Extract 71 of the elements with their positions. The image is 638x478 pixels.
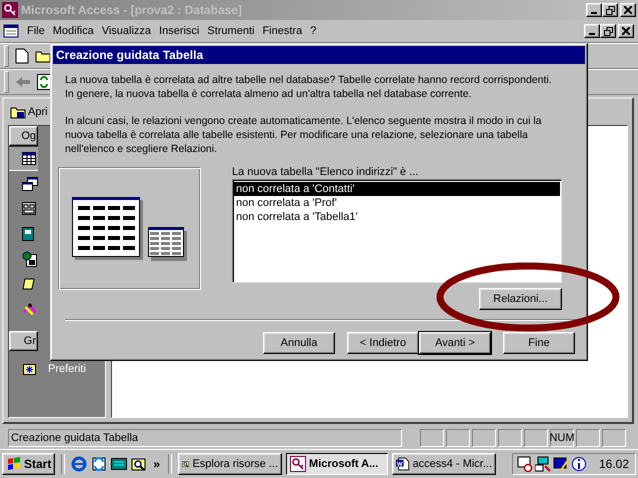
close-button[interactable] (620, 3, 636, 17)
status-pane (446, 429, 470, 447)
wizard-button[interactable]: Fine (503, 332, 575, 354)
menu-item[interactable]: Modifica (50, 25, 97, 37)
instruction-text: La nuova tabella è correlata ad altre tabelle nel database? Tabelle correlate hanno record corrispondenti. In genere, la nuova tabella è correlata almeno ad un'altra tabella nel database corrente. (65, 73, 553, 101)
star-folder-icon (23, 364, 36, 374)
windows-flag-icon (6, 457, 22, 471)
list-item[interactable]: non correlata a 'Prof' (234, 196, 560, 210)
book-icon (22, 226, 34, 240)
menu-item[interactable]: ? (307, 25, 320, 37)
status-pane (472, 429, 496, 447)
menu-item[interactable]: Inserisci (156, 25, 202, 37)
menu-item[interactable]: File (24, 25, 48, 37)
menu-item[interactable]: Strumenti (204, 25, 258, 37)
status-pane (602, 429, 626, 447)
document-icon (396, 456, 410, 472)
minimize-button[interactable] (586, 3, 602, 17)
instruction-text: In alcuni casi, le relazioni vengono create automaticamente. L'elenco seguente mostra il modo in cui la nuova tabella è correlata alle tabelle esistenti. Per modificare una relazione, selezionare una tabella nell'elenco e scegliere Relazioni. (65, 114, 543, 156)
status-message: Creazione guidata Tabella (8, 429, 402, 447)
table-icon (22, 152, 36, 165)
restore-icon (606, 6, 614, 14)
favorites-item[interactable]: Preferiti (9, 351, 105, 417)
magnifier-folder-icon[interactable] (131, 456, 148, 472)
status-pane (420, 429, 444, 447)
status-pane (524, 429, 548, 447)
group-header[interactable]: Og (9, 126, 38, 146)
close-icon (624, 6, 632, 14)
status-pane (498, 429, 522, 447)
status-pane (576, 429, 600, 447)
taskbar-button[interactable]: access4 - Micr... (392, 453, 496, 475)
globe-page-icon (22, 250, 37, 266)
new-document-icon[interactable] (15, 48, 29, 64)
open-button[interactable]: Apri (10, 105, 48, 119)
network-icon (534, 456, 551, 472)
object-type-item[interactable] (9, 146, 38, 171)
desktop-icon[interactable] (111, 457, 128, 471)
more-button[interactable]: » (151, 457, 162, 471)
relations-button[interactable]: Relazioni... (479, 288, 562, 310)
folder-icon[interactable] (35, 49, 53, 63)
folder-icon (10, 105, 26, 119)
wizard-button[interactable]: Annulla (263, 332, 335, 354)
restore-button[interactable] (602, 3, 618, 17)
list-item[interactable]: non correlata a 'Contatti' (234, 182, 560, 196)
info-icon (570, 456, 587, 472)
wizard-button[interactable]: < Indietro (347, 332, 419, 354)
clock: 16.02 (598, 457, 629, 471)
close-icon (622, 27, 630, 35)
stacked-tables-icon (22, 176, 38, 190)
status-indicator: NUM (550, 429, 574, 447)
close-button[interactable] (618, 24, 634, 38)
list-label: La nuova tabella "Elenco indirizzi" è ... (232, 166, 420, 179)
dialog-title: Creazione guidata Tabella (53, 46, 585, 64)
restore-button[interactable] (600, 24, 616, 38)
taskbar-button[interactable]: Microsoft A... (286, 453, 388, 475)
minimize-button[interactable] (584, 24, 600, 38)
form-icon (22, 202, 36, 215)
taskbar-button[interactable]: Esplora risorse ... (178, 453, 282, 475)
menu-item[interactable]: Finestra (259, 25, 306, 37)
database-icon (3, 23, 19, 39)
start-button[interactable]: Start (2, 453, 56, 475)
monitor-icon (552, 456, 569, 472)
key-icon (290, 456, 306, 472)
scroll-icon (22, 278, 35, 290)
refresh-icon[interactable] (37, 74, 51, 90)
restore-icon (604, 26, 612, 36)
list-item[interactable]: non correlata a 'Tabella1' (234, 210, 560, 224)
group-header[interactable]: Gr (9, 331, 38, 351)
wizard-button[interactable]: Avanti > (419, 332, 491, 354)
browser-icon[interactable] (71, 456, 88, 472)
key-icon (2, 2, 18, 18)
menu-item[interactable]: Visualizza (98, 25, 154, 37)
